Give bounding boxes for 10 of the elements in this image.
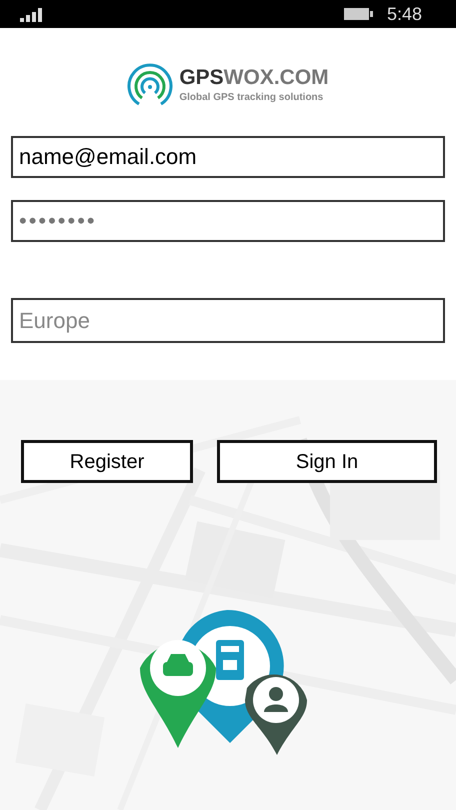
logo-name: GPSWOX.COM [179,66,329,90]
password-field[interactable]: •••••••• [11,200,445,242]
signal-logo-icon [127,62,174,108]
sign-in-button[interactable]: Sign In [217,440,437,483]
logo-tagline: Global GPS tracking solutions [179,90,324,104]
server-field[interactable]: Europe [11,298,445,343]
battery-icon [342,7,373,21]
clock-time: 5:48 [386,2,422,26]
email-field[interactable]: name@email.com [11,136,445,178]
register-button[interactable]: Register [21,440,193,483]
